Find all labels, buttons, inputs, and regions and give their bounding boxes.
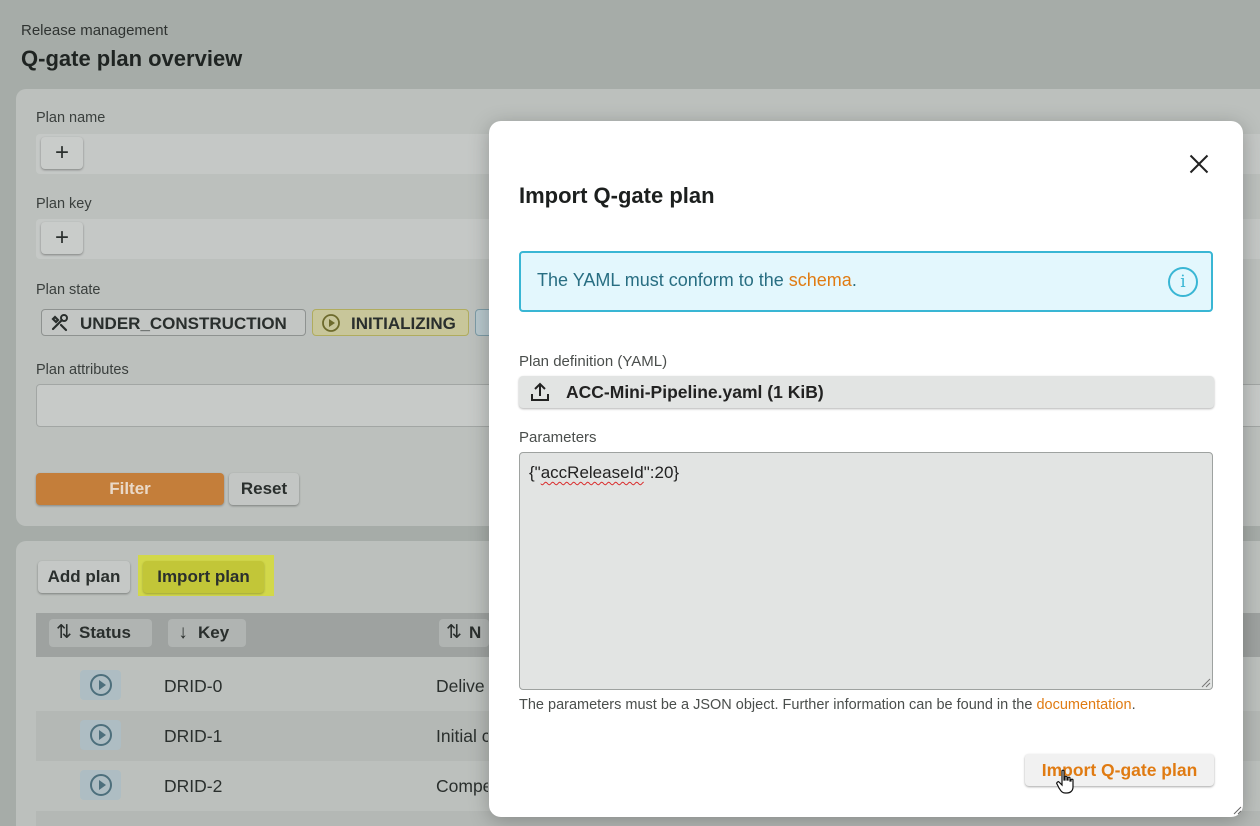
plan-name-label: Plan name [36,110,106,126]
hand-cursor-icon [1056,769,1074,794]
documentation-link[interactable]: documentation [1036,697,1131,713]
dialog-title: Import Q-gate plan [519,183,715,208]
cell-key: DRID-0 [164,676,223,696]
plan-definition-label: Plan definition (YAML) [519,353,668,370]
column-header-status[interactable]: ⇅ Status [49,619,152,647]
column-header-name[interactable]: ⇅ N [439,619,489,647]
status-button[interactable] [80,770,121,800]
filter-button[interactable]: Filter [36,473,224,505]
sort-icon: ⇅ [56,622,72,643]
add-plan-key-button[interactable]: + [41,222,83,254]
tools-icon [50,313,70,341]
status-button[interactable] [80,720,121,750]
parameters-textarea[interactable] [519,452,1213,690]
plan-state-label: Plan state [36,282,101,298]
parameters-help: The parameters must be a JSON object. Fu… [519,697,1136,713]
add-plan-name-button[interactable]: + [41,137,83,169]
cell-key: DRID-2 [164,776,223,796]
breadcrumb[interactable]: Release management [21,22,168,39]
file-name: ACC-Mini-Pipeline.yaml (1 KiB) [566,382,824,402]
page-title: Q-gate plan overview [21,46,243,71]
upload-icon [531,382,549,401]
dialog-resize-icon[interactable] [1233,806,1242,815]
plan-attributes-label: Plan attributes [36,362,129,378]
reset-button[interactable]: Reset [229,473,299,505]
info-text: The YAML must conform to the schema. [537,270,857,290]
close-icon[interactable] [1186,151,1212,177]
state-chip-label: INITIALIZING [351,314,456,333]
parameters-value: {"accReleaseId":20} [529,463,680,482]
state-chip-under-construction[interactable]: UNDER_CONSTRUCTION [41,309,306,336]
sort-icon: ⇅ [446,622,462,643]
play-circle-icon [90,724,112,746]
info-icon: i [1168,267,1198,297]
state-chip-initializing[interactable]: INITIALIZING [312,309,469,336]
resize-grip-icon[interactable] [1201,678,1211,688]
add-plan-button[interactable]: Add plan [38,561,130,593]
play-circle-icon [90,774,112,796]
import-q-gate-plan-button[interactable]: Import Q-gate plan [1025,754,1214,786]
cell-name: Compe [436,776,488,796]
cell-name: Delive [436,676,485,696]
yaml-file-upload[interactable]: ACC-Mini-Pipeline.yaml (1 KiB) [519,376,1214,408]
schema-link[interactable]: schema [789,270,852,290]
play-circle-icon [321,313,341,341]
import-plan-dialog: Import Q-gate plan The YAML must conform… [489,121,1243,817]
status-button[interactable] [80,670,121,700]
import-plan-button[interactable]: Import plan [143,561,264,593]
state-chip-label: UNDER_CONSTRUCTION [80,314,287,333]
cell-key: DRID-1 [164,726,223,746]
play-circle-icon [90,674,112,696]
cell-name: Initial c [436,726,488,746]
schema-info-alert: The YAML must conform to the schema. i [519,251,1213,312]
plan-key-label: Plan key [36,196,92,212]
parameters-label: Parameters [519,429,597,446]
column-header-key[interactable]: ↓ Key [168,619,246,647]
sort-down-icon: ↓ [178,622,188,643]
